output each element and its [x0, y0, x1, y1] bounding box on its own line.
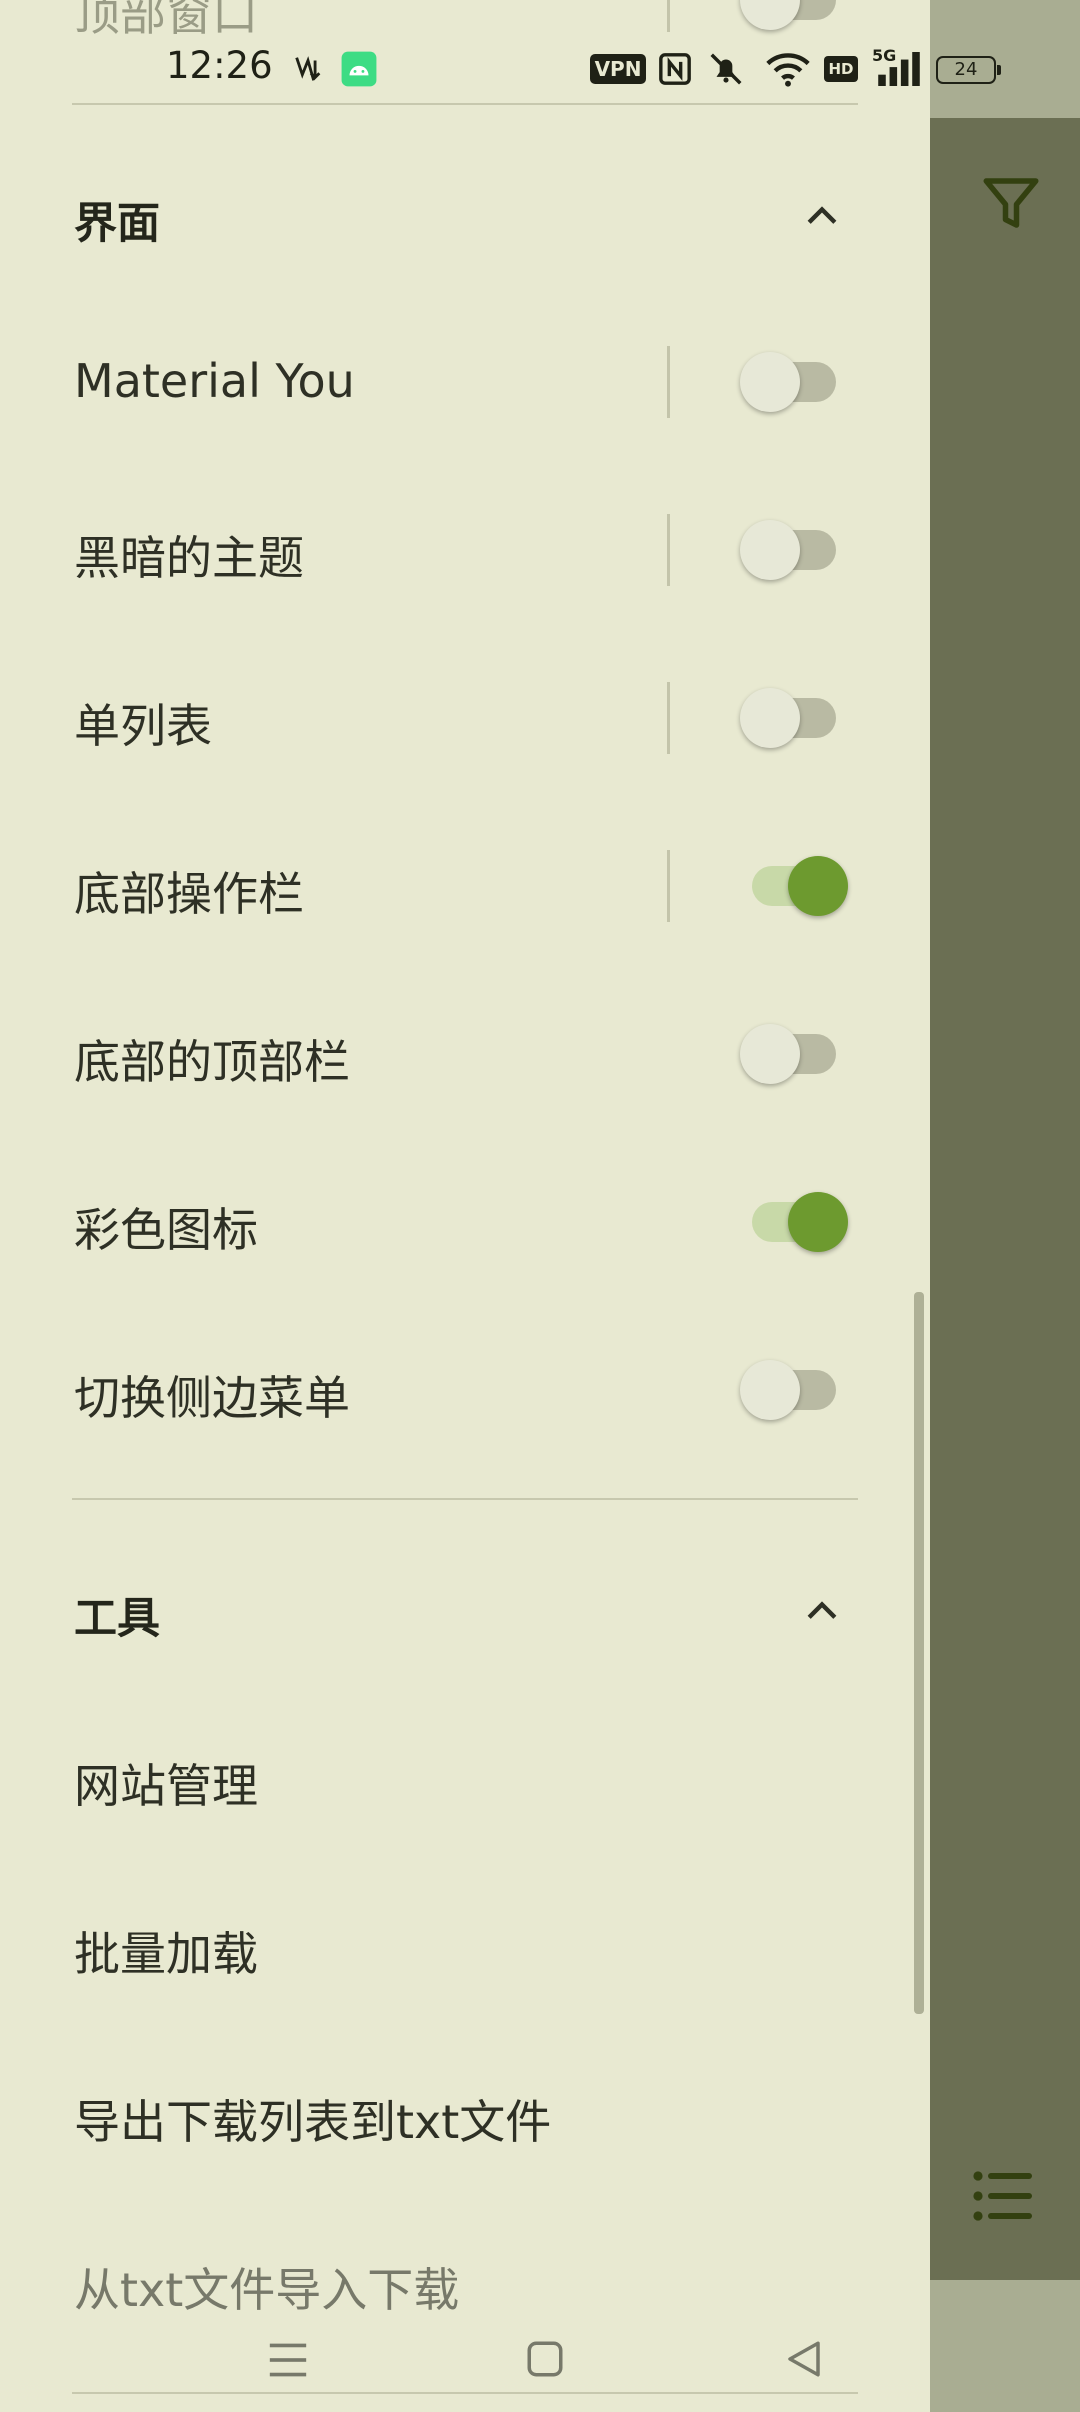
toggle-single-list[interactable] [740, 688, 840, 748]
switch-thumb [740, 352, 800, 412]
row-label: 单列表 [74, 699, 212, 753]
row-label: Material You [74, 354, 355, 408]
settings-drawer: 顶部窗口 12:26 VPN HD 5G 界面 Material You 黑暗的… [0, 0, 930, 2412]
battery-cap [997, 65, 1001, 75]
toggle-side-menu-switch[interactable] [740, 1360, 840, 1420]
vpn-badge: VPN [590, 54, 646, 84]
row-label: 底部的顶部栏 [74, 1035, 350, 1089]
status-bar: 12:26 VPN HD 5G [0, 0, 930, 105]
menu-icon[interactable] [266, 2340, 310, 2380]
switch-thumb [740, 688, 800, 748]
menu-item-site-management[interactable]: 网站管理 [0, 1704, 930, 1854]
scrollbar-thumb[interactable] [914, 1292, 924, 2014]
battery-level: 24 [954, 59, 978, 80]
row-label: 彩色图标 [74, 1203, 258, 1257]
row-label: 导出下载列表到txt文件 [74, 2095, 552, 2149]
settings-row-bottom-action-bar[interactable]: 底部操作栏 [0, 812, 930, 962]
row-label: 网站管理 [74, 1759, 258, 1813]
section-title-tools: 工具 [74, 1594, 160, 1644]
row-separator [667, 850, 670, 922]
settings-row-bottom-top-bar[interactable]: 底部的顶部栏 [0, 980, 930, 1130]
home-square-icon[interactable] [524, 2338, 566, 2380]
status-time: 12:26 [166, 44, 273, 87]
switch-thumb [788, 1192, 848, 1252]
divider-top [72, 103, 858, 105]
row-label: 批量加载 [74, 1927, 258, 1981]
switch-thumb [740, 1360, 800, 1420]
toggle-dark-theme[interactable] [740, 520, 840, 580]
menu-item-export-txt[interactable]: 导出下载列表到txt文件 [0, 2040, 930, 2190]
scrim-nav-area [930, 2280, 1080, 2412]
switch-thumb [740, 520, 800, 580]
divider-sections [72, 1498, 858, 1500]
toggle-bottom-top-bar[interactable] [740, 1024, 840, 1084]
content-scrim[interactable] [930, 118, 1080, 2280]
menu-item-batch-load[interactable]: 批量加载 [0, 1872, 930, 2022]
settings-row-colored-icons[interactable]: 彩色图标 [0, 1148, 930, 1298]
switch-thumb [788, 856, 848, 916]
section-header-tools[interactable]: 工具 [0, 1550, 930, 1670]
hd-badge: HD [824, 56, 858, 82]
nfc-icon [659, 53, 691, 85]
row-label: 切换侧边菜单 [74, 1371, 350, 1425]
chevron-up-icon[interactable] [800, 193, 844, 237]
settings-row-toggle-side-menu[interactable]: 切换侧边菜单 [0, 1316, 930, 1466]
toggle-bottom-action-bar[interactable] [740, 856, 848, 916]
settings-row-dark-theme[interactable]: 黑暗的主题 [0, 476, 930, 626]
switch-thumb [740, 1024, 800, 1084]
section-header-interface[interactable]: 界面 [0, 155, 930, 275]
row-label: 黑暗的主题 [74, 531, 304, 585]
section-title-interface: 界面 [74, 199, 160, 249]
battery-indicator: 24 [936, 56, 1001, 84]
settings-row-material-you[interactable]: Material You [0, 308, 930, 458]
data-activity-icon [295, 56, 321, 81]
list-icon[interactable] [972, 2168, 1036, 2224]
back-triangle-icon[interactable] [782, 2338, 826, 2380]
filter-icon[interactable] [978, 170, 1044, 236]
signal-icon [878, 52, 920, 86]
toggle-colored-icons[interactable] [740, 1192, 848, 1252]
toggle-material-you[interactable] [740, 352, 840, 412]
divider-bottom [72, 2392, 858, 2394]
chevron-up-icon[interactable] [800, 1588, 844, 1632]
row-separator [667, 682, 670, 754]
row-separator [667, 346, 670, 418]
row-separator [667, 514, 670, 586]
system-nav-bar [0, 2300, 930, 2412]
row-label: 底部操作栏 [74, 867, 304, 921]
settings-row-single-list[interactable]: 单列表 [0, 644, 930, 794]
android-icon [341, 51, 377, 87]
wifi-icon [766, 53, 810, 87]
mute-icon [710, 53, 742, 85]
